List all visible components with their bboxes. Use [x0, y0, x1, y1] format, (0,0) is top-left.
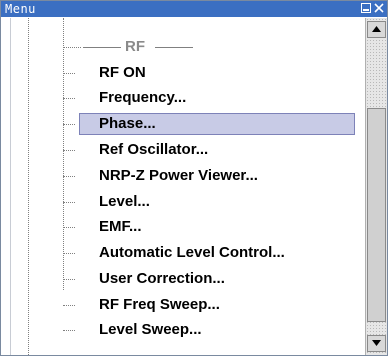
tree-connector: [63, 47, 81, 49]
menu-tree: RF RF ON Frequency... Phase... Ref Oscil…: [11, 18, 365, 355]
tree-connector: [63, 176, 75, 178]
menu-item-label: Level...: [99, 193, 150, 210]
menu-item-ref-oscillator[interactable]: Ref Oscillator...: [63, 138, 363, 162]
menu-item-rf-freq-sweep[interactable]: RF Freq Sweep...: [63, 293, 363, 317]
menu-item-label: Automatic Level Control...: [99, 244, 285, 261]
minimize-icon[interactable]: [361, 3, 371, 13]
menu-item-frequency[interactable]: Frequency...: [63, 86, 363, 110]
menu-item-label: Level Sweep...: [99, 321, 202, 338]
menu-item-label: Ref Oscillator...: [99, 141, 209, 158]
tree-connector: [63, 227, 75, 229]
section-header-rf: RF: [63, 38, 223, 56]
menu-item-level-sweep[interactable]: Level Sweep...: [63, 318, 363, 342]
tree-connector: [63, 202, 75, 204]
menu-item-label: RF ON: [99, 64, 146, 81]
tree-connector: [63, 150, 75, 152]
menu-item-level[interactable]: Level...: [63, 190, 363, 214]
menu-item-label: Frequency...: [99, 89, 187, 106]
menu-item-user-correction[interactable]: User Correction...: [63, 267, 363, 291]
vertical-scrollbar[interactable]: [365, 18, 387, 355]
menu-item-label: Phase...: [99, 115, 156, 132]
arrow-down-icon[interactable]: [367, 335, 386, 352]
window-title: Menu: [5, 2, 36, 16]
section-label: RF: [125, 38, 145, 55]
tree-connector: [63, 253, 75, 255]
menu-item-rf-on[interactable]: RF ON: [63, 61, 363, 85]
tree-line: [28, 18, 30, 355]
section-rule-left: [83, 47, 121, 48]
tree-connector: [63, 73, 75, 75]
menu-item-emf[interactable]: EMF...: [63, 215, 363, 239]
arrow-up-icon[interactable]: [367, 21, 386, 38]
menu-item-automatic-level-control[interactable]: Automatic Level Control...: [63, 241, 363, 265]
menu-content: RF RF ON Frequency... Phase... Ref Oscil…: [1, 18, 387, 355]
tree-connector: [63, 124, 75, 126]
title-bar[interactable]: Menu: [1, 1, 387, 17]
close-icon[interactable]: [374, 3, 384, 13]
menu-item-label: User Correction...: [99, 270, 225, 287]
menu-item-nrp-z-power-viewer[interactable]: NRP-Z Power Viewer...: [63, 164, 363, 188]
scrollbar-thumb[interactable]: [367, 108, 386, 322]
menu-window: Menu RF RF ON Frequency... Phase... Ref …: [0, 0, 388, 356]
menu-item-label: EMF...: [99, 218, 142, 235]
tree-connector: [63, 279, 75, 281]
menu-item-phase[interactable]: Phase...: [63, 112, 363, 136]
section-rule-right: [155, 47, 193, 48]
tree-gutter: [1, 18, 11, 355]
tree-connector: [63, 330, 75, 332]
tree-connector: [63, 305, 75, 307]
menu-item-label: NRP-Z Power Viewer...: [99, 167, 258, 184]
menu-item-label: RF Freq Sweep...: [99, 296, 220, 313]
tree-connector: [63, 98, 75, 100]
